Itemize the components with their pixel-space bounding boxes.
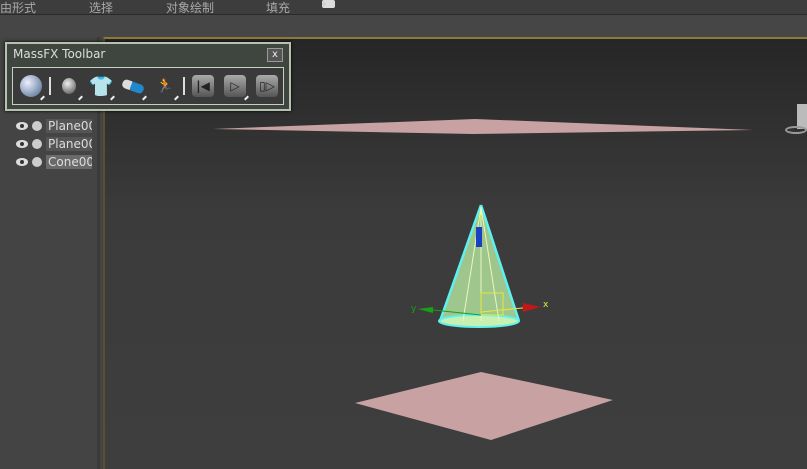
- play-icon: ▷: [224, 75, 246, 97]
- menu-bar: 由形式 选择 对象绘制 填充 ▾: [0, 0, 807, 15]
- z-axis-arrow: [476, 227, 482, 247]
- ribbon-options-dropdown[interactable]: ▾: [322, 0, 344, 11]
- eye-icon[interactable]: [16, 157, 28, 166]
- viewcube[interactable]: [785, 104, 807, 154]
- freeze-icon[interactable]: [32, 156, 42, 167]
- menu-item-freeform[interactable]: 由形式: [0, 0, 36, 16]
- reset-simulation-button[interactable]: |◀: [189, 72, 217, 100]
- freeze-icon[interactable]: [32, 120, 42, 131]
- close-button[interactable]: x: [267, 48, 283, 62]
- constraint-icon: [121, 78, 145, 94]
- x-axis-label: x: [543, 300, 549, 310]
- scene-item[interactable]: Plane002: [16, 135, 92, 152]
- constraint-button[interactable]: [119, 72, 147, 101]
- cone: [438, 204, 521, 328]
- start-simulation-button[interactable]: ▷: [221, 72, 249, 101]
- ragdoll-icon: 🏃: [156, 78, 174, 94]
- scene-item-label: Plane001: [46, 118, 92, 133]
- mcloth-button[interactable]: 👕: [87, 72, 115, 101]
- ragdoll-button[interactable]: 🏃: [151, 72, 179, 101]
- plane-top: [213, 119, 753, 134]
- sphere-icon: [62, 78, 76, 94]
- step-simulation-button[interactable]: ▯▷: [253, 72, 281, 100]
- shirt-icon: 👕: [88, 74, 114, 98]
- reset-icon: |◀: [192, 75, 214, 97]
- menu-item-select[interactable]: 选择: [89, 0, 113, 16]
- x-axis-arrow: [523, 303, 541, 312]
- scene-item[interactable]: Cone001: [16, 153, 92, 170]
- scene-item-label: Plane002: [46, 136, 92, 151]
- scene-item-label: Cone001: [46, 154, 92, 169]
- massfx-toolbar[interactable]: MassFX Toolbar x 👕 🏃 |◀ ▷ ▯▷: [5, 42, 291, 111]
- eye-icon[interactable]: [16, 139, 28, 148]
- globe-icon: [20, 75, 42, 97]
- freeze-icon[interactable]: [32, 138, 42, 149]
- menu-item-object-paint[interactable]: 对象绘制: [166, 0, 214, 16]
- eye-icon[interactable]: [16, 121, 28, 130]
- plane-bottom: [355, 372, 613, 440]
- z-axis-label: z: [478, 213, 482, 222]
- toolbar-title[interactable]: MassFX Toolbar: [13, 47, 105, 61]
- world-parameters-button[interactable]: [17, 72, 45, 101]
- y-axis-arrow: [418, 307, 433, 313]
- rigid-body-button[interactable]: [55, 72, 83, 101]
- separator: [183, 77, 185, 95]
- y-axis-label: y: [411, 304, 417, 314]
- separator: [49, 77, 51, 95]
- step-icon: ▯▷: [256, 75, 278, 97]
- scene-item[interactable]: Plane001: [16, 117, 92, 134]
- menu-item-populate[interactable]: 填充: [266, 0, 290, 16]
- ribbon-band: [0, 15, 807, 37]
